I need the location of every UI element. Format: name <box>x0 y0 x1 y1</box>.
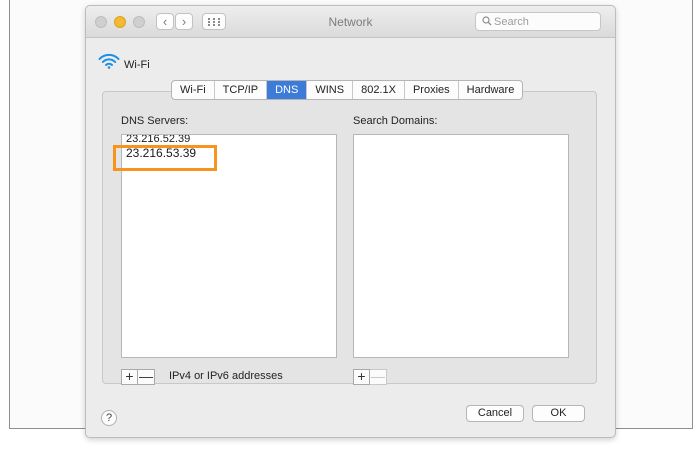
tab-802-1x[interactable]: 802.1X <box>353 81 405 99</box>
tab-bar: Wi-Fi TCP/IP DNS WINS 802.1X Proxies Har… <box>171 80 524 100</box>
tab-proxies[interactable]: Proxies <box>405 81 459 99</box>
dns-server-item[interactable]: 23.216.52.39 <box>122 135 336 146</box>
remove-search-domain-button[interactable]: — <box>370 369 387 385</box>
search-domains-add-remove: + — <box>353 369 387 385</box>
add-search-domain-button[interactable]: + <box>353 369 370 385</box>
title-bar: ‹ › Network <box>86 6 615 38</box>
dns-servers-list[interactable]: 23.216.52.39 23.216.53.39 <box>121 134 337 358</box>
tab-wi-fi[interactable]: Wi-Fi <box>172 81 215 99</box>
dns-servers-label: DNS Servers: <box>121 115 189 127</box>
settings-panel: DNS Servers: Search Domains: 23.216.52.3… <box>102 91 597 385</box>
remove-dns-server-button[interactable]: — <box>138 369 155 385</box>
dns-address-hint: IPv4 or IPv6 addresses <box>169 370 283 382</box>
search-domains-label: Search Domains: <box>353 115 438 127</box>
help-button[interactable]: ? <box>101 410 117 426</box>
search-icon <box>482 16 492 26</box>
cancel-button[interactable]: Cancel <box>466 405 524 422</box>
tab-tcp-ip[interactable]: TCP/IP <box>215 81 268 99</box>
dns-servers-add-remove: + — <box>121 369 155 385</box>
ok-button[interactable]: OK <box>532 405 585 422</box>
interface-name: Wi-Fi <box>124 59 150 71</box>
search-field[interactable] <box>475 12 601 31</box>
search-input[interactable] <box>494 14 594 29</box>
network-preferences-window: ‹ › Network Wi-Fi DNS Server <box>85 5 616 438</box>
wifi-icon <box>98 53 120 69</box>
search-domains-list[interactable] <box>353 134 569 358</box>
tab-wins[interactable]: WINS <box>307 81 354 99</box>
tab-dns[interactable]: DNS <box>267 81 308 99</box>
dns-server-item[interactable]: 23.216.53.39 <box>122 146 336 160</box>
add-dns-server-button[interactable]: + <box>121 369 138 385</box>
tab-hardware[interactable]: Hardware <box>459 81 523 99</box>
